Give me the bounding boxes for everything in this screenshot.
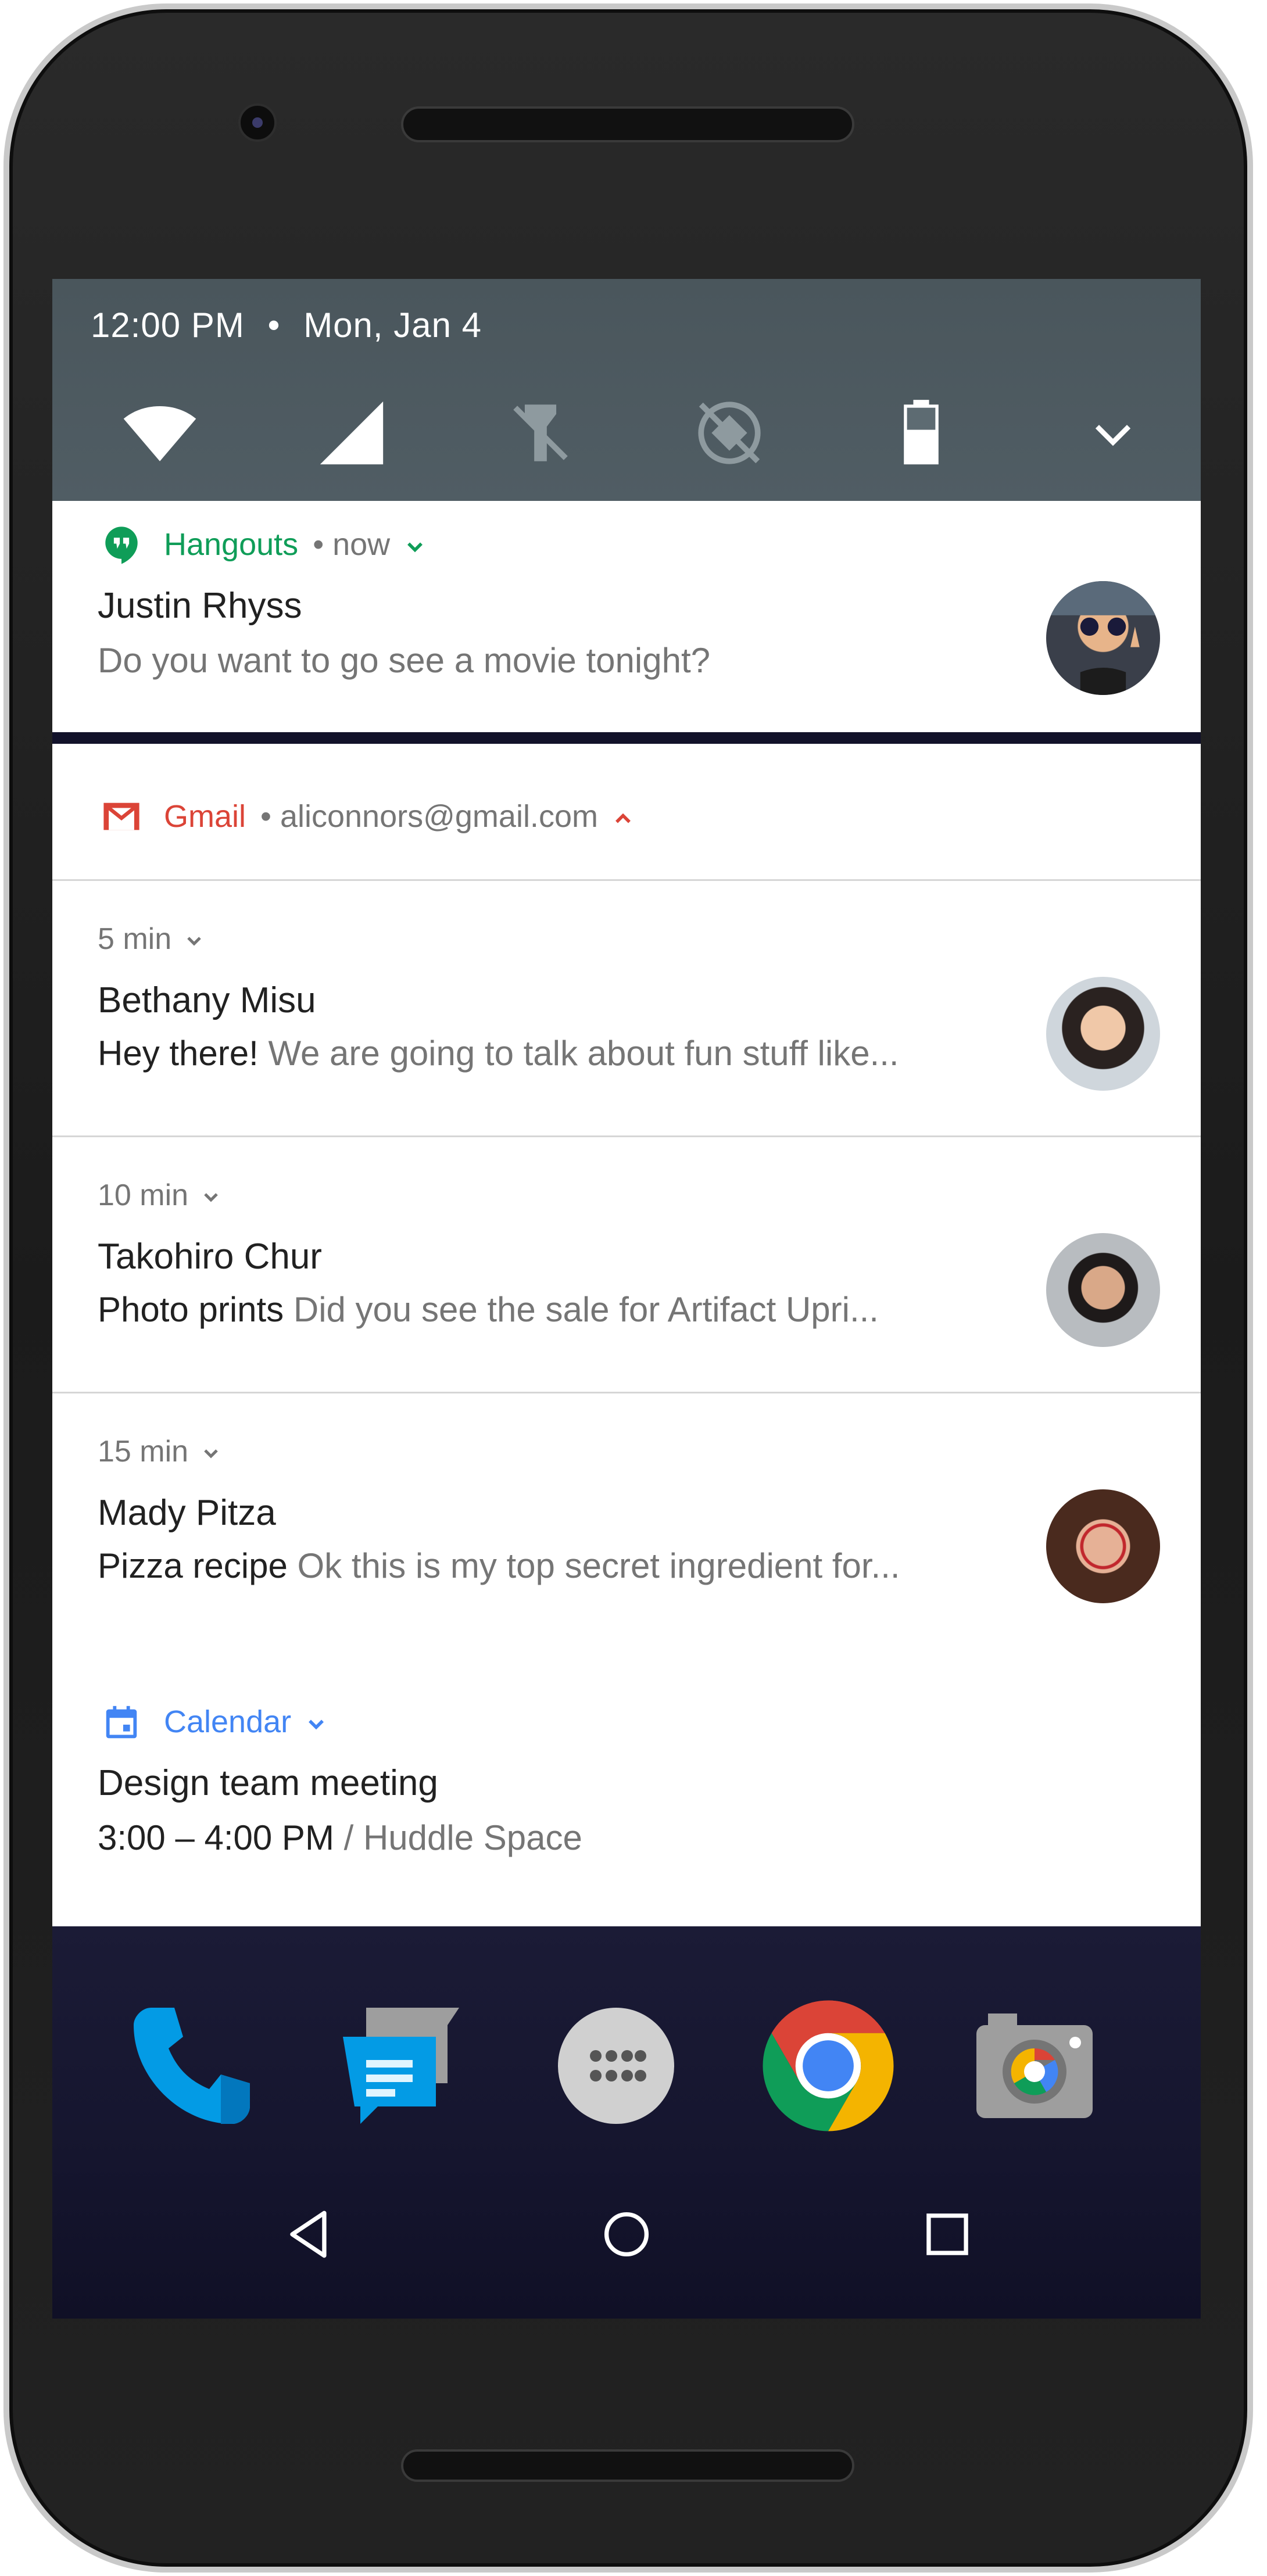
gmail-message-snippet: Pizza recipe Ok this is my top secret in… xyxy=(98,1546,900,1586)
hangouts-notification[interactable]: Hangouts • now Justin Rhyss Do you want … xyxy=(52,501,1201,732)
chrome-app-icon[interactable] xyxy=(750,1987,907,2144)
calendar-app-name: Calendar xyxy=(164,1704,292,1739)
calendar-event-location: / Huddle Space xyxy=(343,1818,582,1857)
gmail-message-row[interactable]: 5 min Bethany Misu Hey there! We are goi… xyxy=(52,881,1201,1135)
gmail-message-row[interactable]: 15 min Mady Pitza Pizza recipe Ok this i… xyxy=(52,1393,1201,1648)
calendar-icon xyxy=(106,1706,137,1739)
gmail-app-name: Gmail xyxy=(164,799,246,834)
gmail-icon xyxy=(103,802,139,830)
gmail-message-row[interactable]: 10 min Takohiro Chur Photo prints Did yo… xyxy=(52,1137,1201,1392)
cellular-signal-icon[interactable] xyxy=(314,395,389,471)
bottom-speaker xyxy=(401,2449,854,2482)
gmail-account: • aliconnors@gmail.com xyxy=(260,799,598,834)
front-camera xyxy=(238,103,277,142)
chevron-down-icon[interactable] xyxy=(182,929,206,952)
gmail-header[interactable]: Gmail • aliconnors@gmail.com xyxy=(164,793,636,840)
top-speaker xyxy=(401,106,854,142)
quick-settings-header: 12:00 PM • Mon, Jan 4 xyxy=(52,279,1201,501)
calendar-header: Calendar xyxy=(164,1699,329,1745)
home-button[interactable] xyxy=(595,2202,658,2266)
auto-rotate-off-icon[interactable] xyxy=(692,395,767,471)
chevron-down-icon[interactable] xyxy=(199,1185,223,1209)
wifi-icon[interactable] xyxy=(122,395,198,471)
hangouts-sender: Justin Rhyss xyxy=(98,586,302,626)
avatar-takohiro xyxy=(1046,1233,1160,1347)
gmail-message-preview: Ok this is my top secret ingredient for.… xyxy=(297,1546,900,1585)
back-button[interactable] xyxy=(279,2202,343,2266)
gmail-message-time: 10 min xyxy=(98,1172,223,1219)
gmail-message-sender: Bethany Misu xyxy=(98,980,316,1020)
status-time: 12:00 PM xyxy=(91,306,245,345)
calendar-expand-chevron-icon[interactable] xyxy=(303,1711,329,1737)
hangouts-header: Hangouts • now xyxy=(164,521,428,568)
avatar-mady xyxy=(1046,1489,1160,1603)
calendar-event-title: Design team meeting xyxy=(98,1763,438,1803)
hangouts-icon xyxy=(105,526,138,564)
calendar-notification[interactable]: Calendar Design team meeting 3:00 – 4:00… xyxy=(52,1672,1201,1926)
screen: 12:00 PM • Mon, Jan 4 Hangouts • now Jus… xyxy=(52,279,1201,2319)
hangouts-app-name: Hangouts xyxy=(164,527,299,562)
phone-app-icon[interactable] xyxy=(122,1996,262,2136)
avatar-justin xyxy=(1046,581,1160,695)
status-datetime: 12:00 PM • Mon, Jan 4 xyxy=(91,296,482,354)
expand-chevron-icon[interactable] xyxy=(1075,395,1151,471)
hangouts-time: • now xyxy=(313,527,391,562)
gmail-message-snippet: Photo prints Did you see the sale for Ar… xyxy=(98,1289,879,1330)
battery-icon[interactable] xyxy=(883,395,959,471)
gmail-message-preview: We are going to talk about fun stuff lik… xyxy=(268,1034,899,1073)
gmail-message-subject: Pizza recipe xyxy=(98,1546,288,1585)
gmail-message-time: 15 min xyxy=(98,1428,223,1475)
home-screen xyxy=(52,1926,1201,2319)
avatar-bethany xyxy=(1046,977,1160,1091)
status-date: Mon, Jan 4 xyxy=(303,306,482,345)
hangouts-message: Do you want to go see a movie tonight? xyxy=(98,641,710,680)
gmail-message-sender: Takohiro Chur xyxy=(98,1237,322,1277)
gmail-message-snippet: Hey there! We are going to talk about fu… xyxy=(98,1033,899,1073)
gmail-message-subject: Photo prints xyxy=(98,1290,284,1329)
calendar-event-details: 3:00 – 4:00 PM / Huddle Space xyxy=(98,1818,582,1858)
status-separator: • xyxy=(267,306,281,345)
calendar-event-time: 3:00 – 4:00 PM xyxy=(98,1818,334,1857)
app-drawer-icon[interactable] xyxy=(546,1996,686,2136)
gmail-message-preview: Did you see the sale for Artifact Upri..… xyxy=(293,1290,879,1329)
flashlight-off-icon[interactable] xyxy=(503,395,578,471)
gmail-message-time: 5 min xyxy=(98,916,206,962)
camera-app-icon[interactable] xyxy=(965,1996,1104,2136)
avatar-justin-glasses-icon xyxy=(1046,581,1160,695)
gmail-collapse-chevron-icon[interactable] xyxy=(610,806,636,832)
messages-app-icon[interactable] xyxy=(331,1996,471,2136)
chevron-down-icon[interactable] xyxy=(199,1442,223,1465)
gmail-message-sender: Mady Pitza xyxy=(98,1493,276,1533)
gmail-message-subject: Hey there! xyxy=(98,1034,259,1073)
hangouts-expand-chevron-icon[interactable] xyxy=(402,534,428,560)
recents-button[interactable] xyxy=(915,2202,979,2266)
